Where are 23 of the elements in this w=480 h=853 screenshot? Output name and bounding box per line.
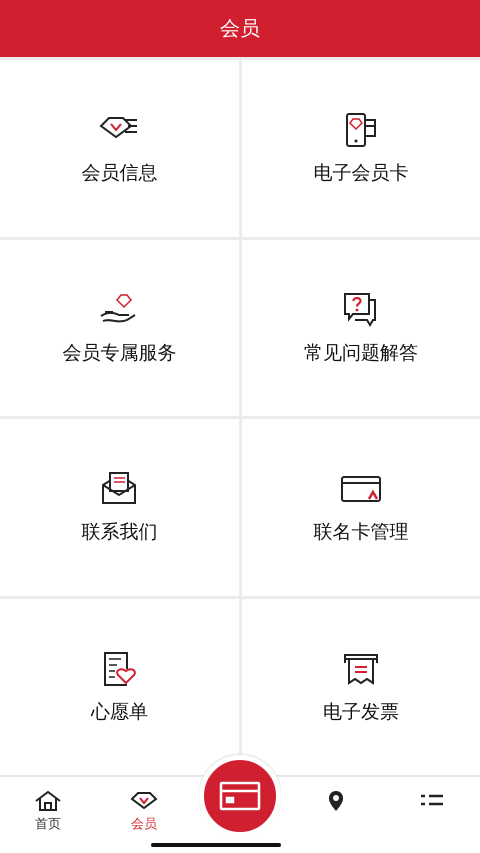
home-icon (33, 789, 63, 813)
menu-label: 会员专属服务 (62, 340, 176, 366)
menu-label: 联系我们 (81, 520, 158, 546)
menu-tile[interactable]: 联系我们 (0, 419, 238, 596)
menu-tile[interactable]: 常见问题解答 (242, 240, 480, 416)
menu-tile[interactable]: 联名卡管理 (242, 419, 480, 596)
menu-tile[interactable]: 心愿单 (0, 598, 238, 775)
menu-tile[interactable]: 会员专属服务 (0, 240, 238, 416)
menu-label: 联名卡管理 (313, 520, 408, 546)
tab-item[interactable]: 会员 (96, 789, 192, 833)
card-icon (218, 780, 262, 812)
menu-label: 心愿单 (90, 700, 148, 725)
menu-tile[interactable]: 电子发票 (242, 598, 480, 775)
tab-label: 首页 (35, 816, 61, 833)
menu-tile[interactable]: 会员信息 (0, 60, 238, 236)
page-title: 会员 (220, 15, 260, 42)
tab-item[interactable]: 首页 (0, 789, 96, 833)
menu-tile[interactable]: 电子会员卡 (242, 60, 480, 236)
menu-label: 常见问题解答 (304, 340, 418, 366)
tab-label: 会员 (131, 816, 157, 833)
menu-label: 电子会员卡 (313, 161, 408, 186)
menu-label: 电子发票 (322, 700, 399, 725)
menu-label: 会员信息 (81, 161, 158, 186)
